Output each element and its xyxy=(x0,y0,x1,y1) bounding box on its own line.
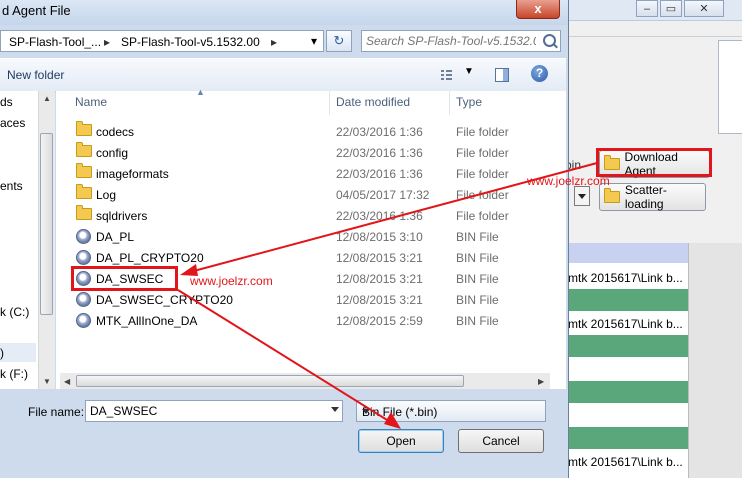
annotation-arrows xyxy=(177,162,598,429)
arrow-line xyxy=(189,162,598,273)
arrow-line xyxy=(177,289,393,424)
arrow-head-icon xyxy=(180,264,198,276)
arrow-head-icon xyxy=(384,412,401,429)
